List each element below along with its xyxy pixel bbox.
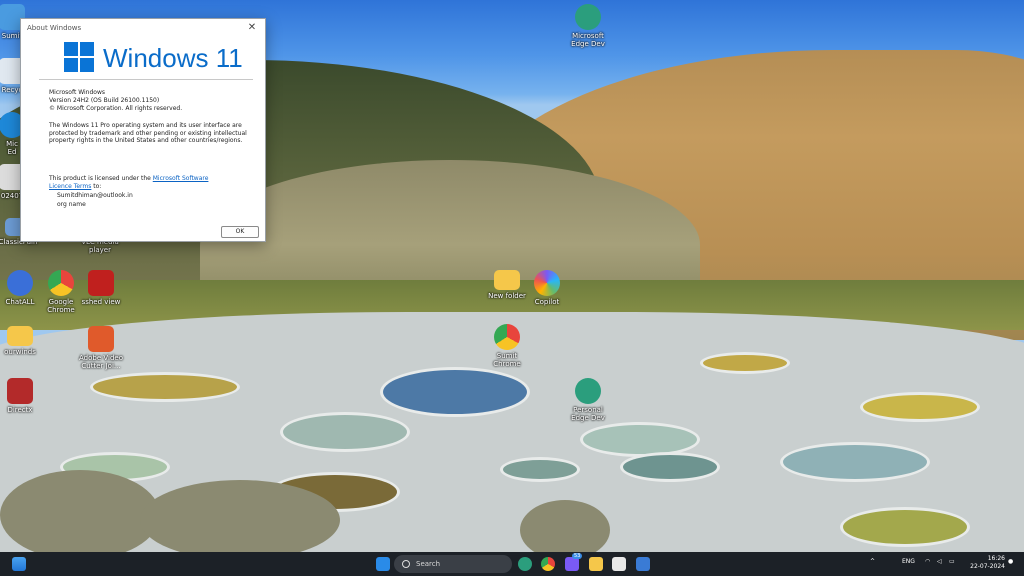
pool [840,507,970,547]
windows-logo-icon [64,42,94,72]
desktop-icon-label: Mic Ed [6,140,18,156]
windows-logo-pane [80,58,94,72]
desktop-icon-label: ourwinds [4,348,36,356]
desktop-icon-label: Sumit Chrome [493,352,521,368]
chrome-taskbar-icon[interactable] [541,557,555,571]
shrub [520,500,610,552]
copilot-icon [534,270,560,296]
windows-logo-pane [64,58,78,72]
pool [380,367,530,417]
desktop-icon-label: Microsoft Edge Dev [571,32,605,48]
taskbar-search-box[interactable]: Search [394,555,512,573]
divider [39,79,253,80]
start-button-icon[interactable] [12,557,26,571]
windows-logo-pane [64,42,78,56]
pool [780,442,930,482]
desktop-icon-label: Adobe Video Cutter Joi... [79,354,123,370]
chrome-icon [494,324,520,350]
notification-badge: 53 [572,553,583,559]
desktop-icon-filezilla[interactable]: sshed view [73,270,129,306]
desktop-icon-label: Personal Edge Dev [571,406,605,422]
shrub [0,470,160,552]
chrome-icon [48,270,74,296]
pool [500,457,580,482]
chatall-icon [7,270,33,296]
clock-time: 16:26 [987,555,1005,562]
shrub [140,480,340,552]
license-suffix: to: [91,182,102,190]
pool [860,392,980,422]
close-icon[interactable]: ✕ [245,22,259,33]
folder-icon [7,326,33,346]
license-prefix: This product is licensed under the [49,175,153,182]
desktop-icon-copilot[interactable]: Copilot [519,270,575,306]
settings-window-icon[interactable] [636,557,650,571]
folder-icon [494,270,520,290]
ok-button[interactable]: OK [221,226,259,238]
license-text: This product is licensed under the Micro… [49,175,229,190]
file-explorer-icon[interactable] [589,557,603,571]
desktop-icon-label: Google Chrome [47,298,75,314]
copyright-text: © Microsoft Corporation. All rights rese… [49,105,183,112]
search-icon [402,560,410,568]
desktop-icon-edge-dev[interactable]: Microsoft Edge Dev [560,4,616,48]
copilot-taskbar-icon[interactable] [565,557,579,571]
edge-dev-icon [575,378,601,404]
about-windows-dialog: About Windows ✕ Windows 11 Microsoft Win… [20,18,266,242]
windows-logo-pane [80,42,94,56]
video-cutter-icon [88,326,114,352]
search-placeholder: Search [416,560,441,568]
clock-date: 22-07-2024 [970,563,1005,570]
edge-dev-icon [575,4,601,30]
dialog-titlebar[interactable]: About Windows ✕ [21,19,265,36]
wifi-icon[interactable]: ◠ [925,558,930,565]
pool [700,352,790,374]
desktop-icon-sumit-chrome[interactable]: Sumit Chrome [479,324,535,368]
desktop-icon-label: ChatALL [5,298,35,306]
desktop-icon-ourwinds[interactable]: ourwinds [0,326,48,356]
pool [620,452,720,482]
notification-bell-icon[interactable]: ● [1008,558,1013,565]
pool [90,372,240,402]
dialog-title: About Windows [27,23,82,32]
desktop-icon-label: Copilot [534,298,560,306]
taskbar-clock[interactable]: 16:26 22-07-2024 [965,555,1005,571]
description-text: The Windows 11 Pro operating system and … [49,122,247,144]
licensed-user: Sumitdhiman@outlook.in [57,192,133,199]
battery-icon[interactable]: ▭ [949,558,955,565]
desktop-icon-directx[interactable]: Directx [0,378,48,414]
desktop-icon-video-cutter[interactable]: Adobe Video Cutter Joi... [73,326,129,370]
winrar-icon [7,378,33,404]
desktop-icon-label: sshed view [81,298,121,306]
language-indicator[interactable]: ENG [902,558,915,565]
volume-icon[interactable]: ◁ [937,558,942,565]
windows-logo-text: Windows 11 [103,43,243,73]
store-icon[interactable] [612,557,626,571]
product-name: Microsoft Windows [49,89,105,96]
licensed-org: org name [57,201,86,208]
windows-start-icon[interactable] [376,557,390,571]
pool [280,412,410,452]
desktop-icon-label: Directx [7,406,33,414]
desktop-icon-personal-edge-dev[interactable]: Personal Edge Dev [560,378,616,422]
edge-taskbar-icon[interactable] [518,557,532,571]
version-text: Version 24H2 (OS Build 26100.1150) [49,97,160,104]
filezilla-icon [88,270,114,296]
chevron-up-icon[interactable]: ^ [870,558,875,565]
